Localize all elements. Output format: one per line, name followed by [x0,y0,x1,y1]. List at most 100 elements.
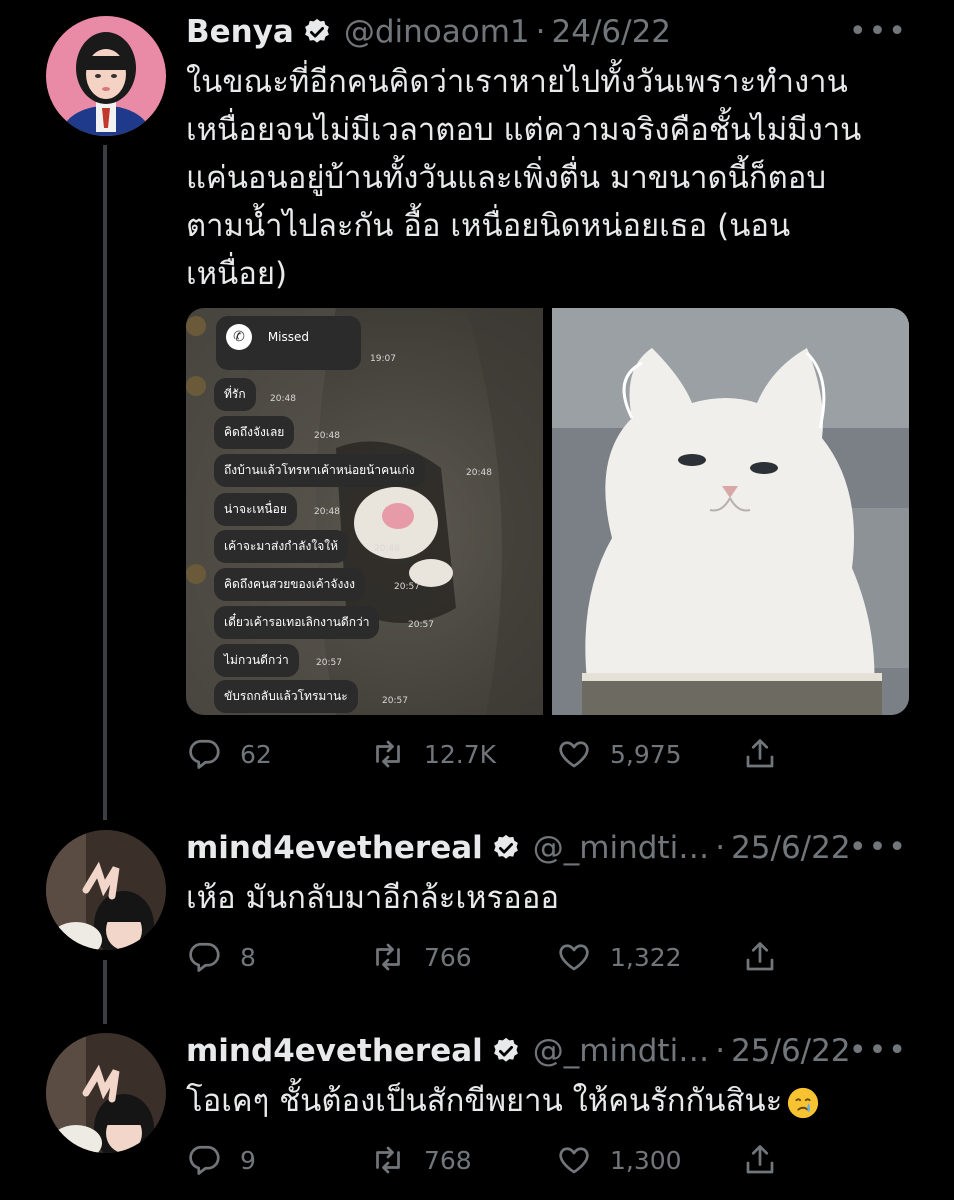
crying-face-emoji-icon [788,1087,819,1118]
tweet-text-line: เหนื่อยจนไม่มีเวลาตอบ แต่ความจริงคือชั้น… [186,112,862,148]
tweet-text: ในขณะที่อีกคนคิดว่าเราหายไปทั้งวันเพราะท… [186,58,916,298]
chat-avatar [186,316,206,336]
handle[interactable]: @_mindti… [533,1033,709,1069]
verified-badge-icon [493,834,518,859]
separator-dot: · [715,830,726,866]
retweet-count: 12.7K [424,739,497,769]
verified-badge-icon [493,1037,518,1062]
tweet-text-content: โอเคๆ ชั้นต้องเป็นสักขีพยาน ให้คนรักกันส… [186,1083,783,1119]
like-icon [559,1147,589,1174]
tweet-text: เห้อ มันกลับมาอีกล้ะเหรอออ [186,880,559,916]
tweet-header: Benya @dinoaom1 · 24/6/22 [186,10,671,54]
retweet-count: 766 [424,942,472,972]
retweet-icon [376,1146,400,1174]
avatar-mind4evethereal[interactable] [46,1033,166,1153]
reply-button[interactable]: 62 [186,734,272,774]
chat-avatar [186,376,206,396]
reply-button[interactable]: 9 [186,1140,256,1180]
reply-count: 9 [240,1145,256,1175]
reply-icon [189,942,220,972]
white-cat-photo[interactable] [552,308,909,715]
avatar-benya[interactable] [46,16,166,136]
tweet-actions: 8 766 1,322 [186,937,786,977]
chat-bubble: ที่รัก [214,378,256,411]
retweet-icon [376,943,400,971]
tweet-header: mind4evethereal @_mindti… · 25/6/22 [186,1029,851,1073]
chat-avatar [186,564,206,584]
chat-bubble: เค้าจะมาส่งกำลังใจให้ [214,530,349,563]
like-icon [559,944,589,971]
like-button[interactable]: 5,975 [556,734,682,774]
retweet-icon [376,740,400,768]
chat-time: 20:48 [314,431,340,441]
chat-bubble: ถึงบ้านแล้วโทรหาเค้าหน่อยน้าคนเก่ง [214,454,425,487]
more-icon[interactable]: ••• [849,830,908,865]
tweet-1[interactable]: Benya @dinoaom1 · 24/6/22 ••• ในขณะที่อี… [0,0,954,820]
tweet-text-line: ในขณะที่อีกคนคิดว่าเราหายไปทั้งวันเพราะท… [186,64,848,100]
missed-time: 19:07 [370,354,396,364]
chat-time: 20:57 [316,658,342,668]
missed-label: Missed [267,330,310,344]
like-icon [559,741,589,768]
chat-time: 20:48 [466,468,492,478]
chat-bubble: คิดถึงจังเลย [214,416,295,449]
tweet-3[interactable]: mind4evethereal @_mindti… · 25/6/22 ••• … [0,1025,954,1200]
tweet-text-line: ตามน้ำไปละกัน อื้อ เหนื่อยนิดหน่อยเธอ (น… [186,208,791,244]
chat-bubble: น่าจะเหนื่อย [214,493,297,526]
share-icon [746,739,774,768]
retweet-button[interactable]: 768 [370,1140,472,1180]
chat-screenshot-image[interactable]: ✆ Missed 19:07 ที่รัก 20:48 คิดถึงจังเลย… [186,308,543,715]
chat-time: 20:57 [382,696,408,706]
tweet-actions: 62 12.7K 5,975 [186,734,786,774]
tweet-text-line: แค่นอนอยู่บ้านทั้งวันและเพิ่งตื่น มาขนาด… [186,160,827,196]
phone-icon: ✆ [226,324,252,350]
retweet-count: 768 [424,1145,472,1175]
share-icon [746,942,774,971]
separator-dot: · [715,1033,726,1069]
like-count: 5,975 [610,739,682,769]
chat-bubble: ขับรถกลับแล้วโทรมานะ [214,680,358,713]
tweet-media[interactable]: ✆ Missed 19:07 ที่รัก 20:48 คิดถึงจังเลย… [186,308,909,715]
more-icon[interactable]: ••• [849,14,908,49]
white-cat-illustration [552,308,909,715]
retweet-button[interactable]: 12.7K [370,734,496,774]
share-icon [746,1145,774,1174]
reply-button[interactable]: 8 [186,937,256,977]
verified-badge-icon [304,18,329,43]
like-count: 1,300 [610,1145,682,1175]
share-button[interactable] [742,734,778,774]
like-button[interactable]: 1,300 [556,1140,682,1180]
tweet-header: mind4evethereal @_mindti… · 25/6/22 [186,826,851,870]
handle[interactable]: @dinoaom1 [344,14,530,50]
chat-bubble: เดี๋ยวเค้ารอเทอเลิกงานดีกว่า [214,606,380,639]
chat-time: 20:48 [314,507,340,517]
display-name[interactable]: mind4evethereal [186,1033,483,1069]
retweet-button[interactable]: 766 [370,937,472,977]
handle[interactable]: @_mindti… [533,830,709,866]
like-button[interactable]: 1,322 [556,937,682,977]
tweet-2[interactable]: mind4evethereal @_mindti… · 25/6/22 ••• … [0,820,954,1025]
display-name[interactable]: mind4evethereal [186,830,483,866]
tweet-date[interactable]: 25/6/22 [731,1033,851,1069]
like-count: 1,322 [610,942,682,972]
tweet-actions: 9 768 1,300 [186,1140,786,1180]
reply-icon [189,739,220,769]
reply-icon [189,1145,220,1175]
tweet-date[interactable]: 24/6/22 [552,14,672,50]
missed-call-bubble: ✆ Missed [216,316,361,370]
reply-count: 62 [240,739,272,769]
separator-dot: · [535,14,546,50]
chat-time: 20:48 [270,394,296,404]
reply-count: 8 [240,942,256,972]
tweet-text: โอเคๆ ชั้นต้องเป็นสักขีพยาน ให้คนรักกันส… [186,1077,916,1125]
share-button[interactable] [742,1140,778,1180]
chat-bubble: คิดถึงคนสวยของเค้าจังงง [214,568,366,601]
avatar-mind4evethereal[interactable] [46,830,166,950]
chat-bubble: ไม่กวนดีกว่า [214,644,299,677]
share-button[interactable] [742,937,778,977]
display-name[interactable]: Benya [186,14,294,50]
tweet-text-line: เหนื่อย) [186,256,288,292]
tweet-date[interactable]: 25/6/22 [731,830,851,866]
more-icon[interactable]: ••• [849,1033,908,1068]
chat-time: 20:57 [394,582,420,592]
